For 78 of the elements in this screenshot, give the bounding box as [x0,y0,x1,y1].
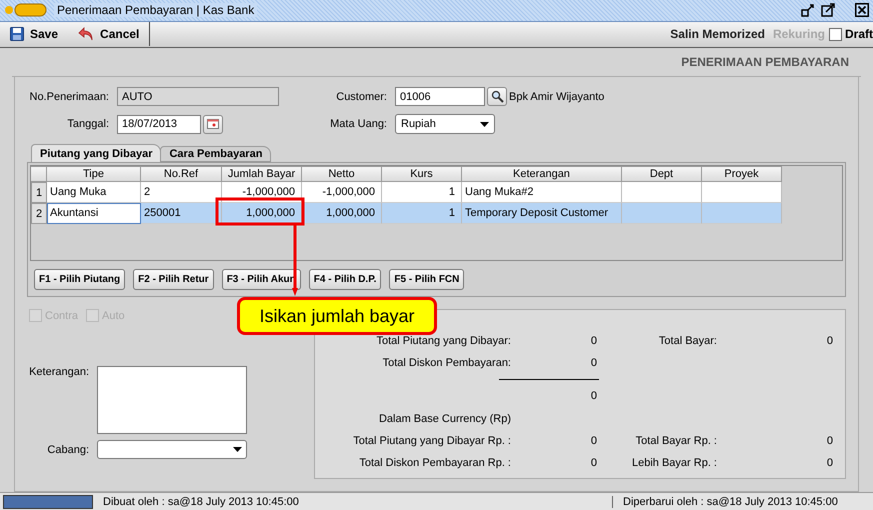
calendar-button[interactable] [203,114,223,134]
column-header[interactable]: Keterangan [462,166,622,182]
cancel-button[interactable]: Cancel [68,22,150,46]
table-cell: 1 [382,182,462,204]
table-cell: 250001 [141,203,222,224]
table-cell: 1,000,000 [222,203,302,224]
summary-label: Total Bayar Rp. : [634,435,718,448]
column-header[interactable]: Proyek [702,166,782,182]
toolbar-action[interactable]: Salin Memorized [666,27,769,42]
table-cell: Akuntansi [47,203,141,224]
corner-header [31,166,47,182]
summary-value: 0 [590,435,597,448]
table-cell: -1,000,000 [302,182,382,204]
field-label: Customer: [335,90,388,103]
input-field[interactable]: AUTO [117,87,279,106]
summary-label: Total Piutang yang Dibayar: [375,335,512,348]
date-field[interactable]: 18/07/2013 [117,114,201,134]
summary-label: Total Diskon Pembayaran Rp. : [358,457,512,470]
table-cell: Uang Muka [47,182,141,204]
column-header[interactable]: Kurs [382,166,462,182]
table-cell: 2 [141,182,222,204]
status-text: Dibuat oleh : sa@18 July 2013 10:45:00 [93,496,613,508]
undo-arrow-icon [78,26,94,42]
summary-heading: Dalam Base Currency (Rp) [378,413,512,426]
notes-field[interactable] [97,366,247,434]
summary-value: 0 [590,357,597,370]
customer-name: Bpk Amir Wijayanto [509,90,604,103]
dropdown-arrow-icon [480,122,489,127]
table-cell: 1,000,000 [302,203,382,224]
column-header[interactable]: No.Ref [141,166,222,182]
field-label: Keterangan: [28,366,90,380]
pick-button[interactable]: F5 - Pilih FCN [389,269,464,290]
summary-value: 0 [590,390,597,402]
column-header[interactable]: Dept [622,166,702,182]
summary-value: 0 [590,335,597,348]
maximize-icon[interactable] [821,3,835,18]
save-icon [10,27,24,42]
table-cell: Temporary Deposit Customer [462,203,622,224]
row-number: 1 [31,182,47,204]
pick-button[interactable]: F1 - Pilih Piutang [34,269,126,290]
tab[interactable]: Piutang yang Dibayar [31,144,162,162]
callout: Isikan jumlah bayar [237,297,437,335]
dropdown-arrow-icon [233,447,242,452]
logo-icon [4,2,48,18]
field-label: Cabang: [46,444,90,456]
column-header[interactable]: Netto [302,166,382,182]
restore-icon[interactable] [801,3,815,18]
summary-label: Total Bayar: [658,335,718,348]
pick-button[interactable]: F4 - Pilih D.P. [308,269,382,290]
close-icon[interactable] [855,3,869,18]
summary-label: Total Piutang yang Dibayar Rp. : [352,435,512,448]
column-header[interactable]: Tipe [47,166,141,182]
summary-value: 0 [590,457,597,470]
arrow-drawing [292,225,298,296]
input-field[interactable]: 01006 [395,87,485,106]
table-cell: Uang Muka#2 [462,182,622,204]
row-number: 2 [31,203,47,224]
summary-value: 0 [826,435,833,448]
calendar-icon [207,119,219,130]
table-cell: 1 [382,203,462,224]
status-text: Diperbarui oleh : sa@18 July 2013 10:45:00 [622,496,838,508]
column-header[interactable]: Jumlah Bayar [222,166,302,182]
save-button[interactable]: Save [0,22,68,46]
form-title: PENERIMAAN PEMBAYARAN [681,54,849,69]
tab[interactable]: Cara Pembayaran [160,146,272,162]
field-label: Mata Uang: [329,118,388,130]
summary-value: 0 [826,335,833,348]
branch-dropdown[interactable] [97,440,247,460]
summary-label: Lebih Bayar Rp. : [631,457,718,470]
window-title: Penerimaan Pembayaran | Kas Bank [54,3,258,18]
pick-button[interactable]: F2 - Pilih Retur [133,269,214,290]
field-label: Tanggal: [66,118,110,130]
currency-dropdown[interactable]: Rupiah [395,114,495,134]
summary-label: Total Diskon Pembayaran: [382,357,512,370]
checkbox[interactable]: Draft [828,27,873,42]
field-label: No.Penerimaan: [28,90,110,103]
summary-value: 0 [826,457,833,470]
search-button[interactable] [487,87,507,106]
